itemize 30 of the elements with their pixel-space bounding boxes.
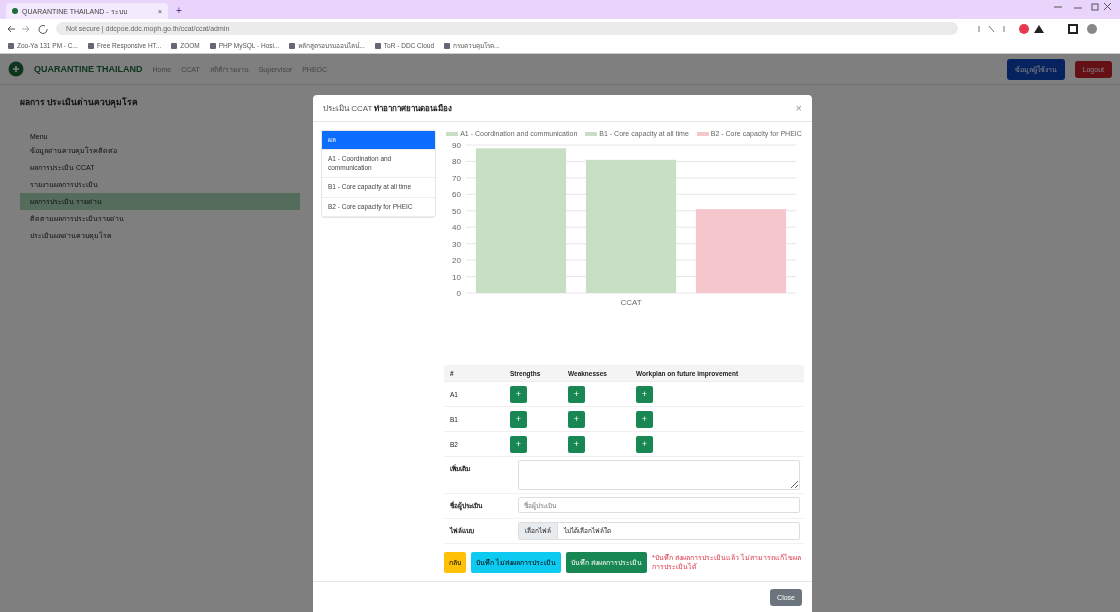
window-controls-icon[interactable] (1052, 2, 1112, 12)
add-button[interactable]: + (510, 435, 527, 453)
favicon-icon (12, 8, 18, 14)
modal-title: ประเมิน CCAT ท่าอากาศยานดอนเมือง (323, 102, 453, 115)
sidebar-heading: ผลการ ประเมินด่านควบคุมโรค (20, 96, 140, 109)
navigation-icon[interactable] (6, 23, 50, 34)
note-field[interactable] (518, 460, 800, 490)
add-button[interactable]: + (510, 385, 527, 403)
add-button[interactable]: + (636, 435, 653, 453)
y-tick-label: 0 (456, 289, 461, 298)
add-button[interactable]: + (568, 385, 585, 403)
add-button[interactable]: + (636, 410, 653, 428)
logo-icon (8, 61, 24, 77)
add-button[interactable]: + (510, 410, 527, 428)
y-tick-label: 20 (452, 256, 461, 266)
y-tick-label: 80 (452, 157, 461, 167)
add-button[interactable]: + (636, 385, 653, 403)
y-tick-label: 90 (452, 141, 461, 150)
x-category-label: CCAT (620, 298, 642, 307)
y-tick-label: 60 (452, 190, 461, 200)
y-tick-label: 40 (452, 223, 461, 233)
add-button[interactable]: + (568, 435, 585, 453)
add-button[interactable]: + (568, 410, 585, 428)
y-tick-label: 30 (452, 239, 461, 249)
y-tick-label: 50 (452, 206, 461, 216)
brand-name[interactable]: QUARANTINE THAILAND (34, 64, 143, 74)
y-tick-label: 10 (452, 272, 461, 282)
y-tick-label: 70 (452, 173, 461, 183)
close-button[interactable]: × (795, 102, 802, 114)
new-tab-button[interactable]: + (176, 5, 182, 16)
